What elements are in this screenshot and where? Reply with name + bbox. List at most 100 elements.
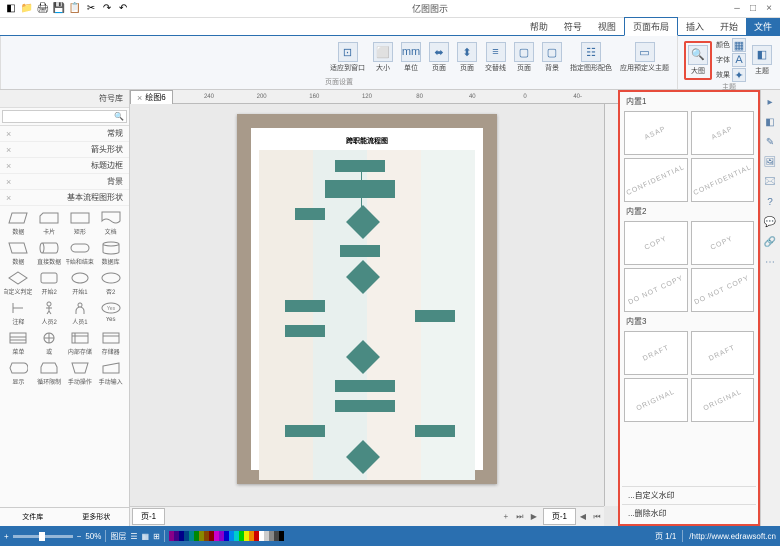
color-palette[interactable]	[169, 531, 284, 541]
shape-doc[interactable]: 文档	[96, 210, 125, 236]
shape-rect[interactable]: 矩形	[66, 210, 95, 236]
tab-view[interactable]: 视图	[590, 18, 624, 35]
wm-tile-donotcopy-1[interactable]: DO NOT COPY	[691, 268, 755, 312]
zoom-value[interactable]: 50%	[85, 532, 101, 541]
qat-print-icon[interactable]: 🖨	[36, 2, 50, 16]
category-arrows[interactable]: 箭头形状×	[0, 142, 129, 158]
tab-pagelayout[interactable]: 页面布局	[624, 17, 678, 36]
shape-ell[interactable]: 否2	[96, 270, 125, 296]
page-tab-1[interactable]: 页-1	[543, 508, 576, 525]
ribbon-colors[interactable]: ▦颜色	[716, 38, 746, 52]
close-icon[interactable]: ×	[6, 193, 11, 203]
window-close[interactable]: ×	[762, 2, 776, 16]
category-general[interactable]: 常规×	[0, 126, 129, 142]
drawing-page[interactable]: 跨职能流程图	[237, 114, 497, 484]
tab-file[interactable]: 文件	[746, 18, 780, 35]
wm-tile-confidential-1[interactable]: CONFIDENTIAL	[691, 158, 755, 202]
view-mode-3[interactable]: ☰	[130, 532, 137, 541]
shape-para2[interactable]: 数据	[4, 240, 33, 266]
ribbon-pageh[interactable]: ⬍页面	[455, 40, 479, 75]
wm-tile-asap-2[interactable]: ASAP	[624, 111, 688, 155]
shape-term[interactable]: 开始和结束	[66, 240, 95, 266]
sidebar-text-icon[interactable]: 🖂	[762, 174, 778, 190]
view-mode-2[interactable]: ▦	[142, 532, 150, 541]
view-layers[interactable]: 图层	[110, 531, 126, 542]
ribbon-effects[interactable]: ✦效果	[716, 68, 746, 82]
wm-custom[interactable]: 自定义水印...	[622, 486, 756, 504]
ribbon-size[interactable]: ⬜大小	[371, 40, 395, 75]
category-background[interactable]: 背景×	[0, 174, 129, 190]
more-shapes-btn[interactable]: 更多形状	[66, 510, 128, 524]
qat-undo-icon[interactable]: ↶	[116, 2, 130, 16]
qat-paste-icon[interactable]: 📋	[68, 2, 82, 16]
shape-manop[interactable]: 手动操作	[66, 360, 95, 386]
shape-loop[interactable]: 循环限制	[35, 360, 64, 386]
wm-tile-copy-1[interactable]: COPY	[691, 221, 755, 265]
page-add[interactable]: +	[499, 512, 513, 521]
close-icon[interactable]: ×	[6, 161, 11, 171]
sidebar-pointer-icon[interactable]: ▸	[762, 94, 778, 110]
close-icon[interactable]: ×	[6, 145, 11, 155]
canvas-scroll[interactable]: 跨职能流程图	[130, 104, 604, 506]
shape-menu[interactable]: 菜单	[4, 330, 33, 356]
page-nav-first[interactable]: ⏮	[590, 512, 604, 522]
zoom-out[interactable]: −	[77, 532, 82, 541]
sidebar-more-icon[interactable]: ⋯	[762, 254, 778, 270]
page-nav-next[interactable]: ▶	[527, 512, 541, 521]
tab-help[interactable]: 帮助	[522, 18, 556, 35]
sidebar-comment-icon[interactable]: 💬	[762, 214, 778, 230]
ribbon-fit[interactable]: ⊡适应到窗口	[328, 40, 367, 75]
ribbon-apply-theme[interactable]: ▭应用预定义主题	[618, 40, 671, 75]
ribbon-shape-color[interactable]: ☷指定图形配色	[568, 40, 614, 75]
wm-tile-confidential-2[interactable]: CONFIDENTIAL	[624, 158, 688, 202]
ribbon-altlines[interactable]: ≡交替线	[483, 40, 508, 75]
wm-tile-original-2[interactable]: ORIGINAL	[624, 378, 688, 422]
shape-ell2[interactable]: 开始1	[66, 270, 95, 296]
close-icon[interactable]: ×	[6, 129, 11, 139]
sidebar-shapes-icon[interactable]: ◧	[762, 114, 778, 130]
wm-tile-donotcopy-2[interactable]: DO NOT COPY	[624, 268, 688, 312]
shape-note[interactable]: 注释	[4, 300, 33, 326]
wm-tile-original-1[interactable]: ORIGINAL	[691, 378, 755, 422]
wm-tile-copy-2[interactable]: COPY	[624, 221, 688, 265]
sidebar-image-icon[interactable]: 🖼	[762, 154, 778, 170]
page-nav-prev[interactable]: ◀	[576, 512, 590, 521]
shape-manin[interactable]: 手动输入	[96, 360, 125, 386]
shape-para[interactable]: 数据	[4, 210, 33, 236]
ribbon-fonts[interactable]: A字体	[716, 53, 746, 67]
sidebar-clipart-icon[interactable]: ✎	[762, 134, 778, 150]
file-library-btn[interactable]: 文件库	[2, 510, 64, 524]
close-doc-icon[interactable]: ×	[137, 93, 142, 103]
zoom-in[interactable]: +	[4, 532, 9, 541]
shape-person2[interactable]: 人员2	[35, 300, 64, 326]
shape-diam[interactable]: 自定义判定	[4, 270, 33, 296]
tab-home[interactable]: 开始	[712, 18, 746, 35]
ribbon-pagew[interactable]: ⬌页面	[427, 40, 451, 75]
zoom-slider[interactable]	[13, 535, 73, 538]
canvas-doc-tab[interactable]: 绘图6×	[130, 90, 173, 105]
page-nav-last[interactable]: ⏭	[513, 512, 527, 522]
tab-symbol[interactable]: 符号	[556, 18, 590, 35]
shape-stor[interactable]: 存储器	[96, 330, 125, 356]
flowchart[interactable]	[259, 150, 475, 480]
wm-remove[interactable]: 删除水印...	[622, 504, 756, 522]
shape-card[interactable]: 卡片	[35, 210, 64, 236]
wm-tile-asap-1[interactable]: ASAP	[691, 111, 755, 155]
ribbon-watermark-highlighted[interactable]: 🔍大图	[684, 41, 712, 80]
wm-tile-draft-2[interactable]: DRAFT	[624, 331, 688, 375]
shape-cylh[interactable]: 直接数据	[35, 240, 64, 266]
close-icon[interactable]: ×	[6, 177, 11, 187]
shape-rect2[interactable]: 开始2	[35, 270, 64, 296]
qat-open-icon[interactable]: 📁	[20, 2, 34, 16]
shape-cyl[interactable]: 数据库	[96, 240, 125, 266]
qat-redo-icon[interactable]: ↷	[100, 2, 114, 16]
sidebar-link-icon[interactable]: 🔗	[762, 234, 778, 250]
shape-or[interactable]: 或	[35, 330, 64, 356]
qat-app-icon[interactable]: ◧	[4, 2, 18, 16]
ribbon-theme[interactable]: ◧主题	[750, 43, 774, 78]
wm-tile-draft-1[interactable]: DRAFT	[691, 331, 755, 375]
ribbon-background[interactable]: ▢背景	[540, 40, 564, 75]
shape-yes[interactable]: YesYes	[96, 300, 125, 326]
tab-insert[interactable]: 插入	[678, 18, 712, 35]
symbol-search-input[interactable]	[2, 110, 127, 123]
